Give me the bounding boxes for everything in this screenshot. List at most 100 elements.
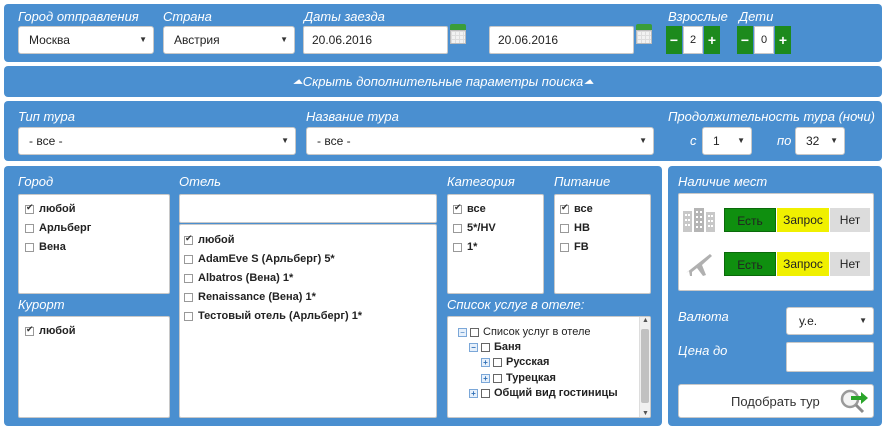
date-from-input[interactable]: 20.06.2016 <box>303 26 448 54</box>
scrollbar[interactable]: ▲ ▼ <box>639 317 650 417</box>
duration-from-select[interactable]: 1 ▼ <box>702 127 752 155</box>
adults-value[interactable]: 2 <box>683 26 703 54</box>
checkbox-icon <box>184 254 193 264</box>
tree-item[interactable]: + Общий вид гостиницы <box>469 387 618 399</box>
checkbox-icon[interactable] <box>493 357 502 367</box>
hotel-item[interactable]: любой <box>184 233 235 246</box>
checkbox-icon <box>184 292 193 302</box>
scroll-up-icon[interactable]: ▲ <box>642 317 649 324</box>
checkbox-icon <box>184 311 193 321</box>
checkbox-icon <box>560 223 569 233</box>
category-list: все 5*/HV 1* <box>447 194 544 294</box>
find-tour-button[interactable]: Подобрать тур <box>678 384 874 418</box>
tour-type-label: Тип тура <box>18 109 76 124</box>
expand-icon[interactable]: + <box>481 373 490 383</box>
price-input[interactable] <box>786 342 874 372</box>
departure-city-label: Город отправления <box>18 9 139 24</box>
hotel-availability-request-button[interactable]: Запрос <box>777 208 829 232</box>
flight-availability-request-button[interactable]: Запрос <box>777 252 829 276</box>
hotel-availability-no-button[interactable]: Нет <box>830 208 870 232</box>
checkbox-icon[interactable] <box>470 327 479 337</box>
children-minus-button[interactable]: − <box>737 26 753 54</box>
currency-value: у.е. <box>799 314 818 328</box>
filters-panel: Город любой Арльберг Вена Курорт любой О… <box>4 166 662 426</box>
meals-item[interactable]: все <box>560 202 593 215</box>
checkbox-icon[interactable] <box>481 388 490 398</box>
hotel-item[interactable]: Albatros (Вена) 1* <box>184 272 293 284</box>
chevron-down-icon: ▼ <box>639 136 647 145</box>
chevron-down-icon: ▼ <box>737 136 745 145</box>
country-select[interactable]: Австрия ▼ <box>163 26 295 54</box>
top-search-panel: Город отправления Москва ▼ Страна Австри… <box>4 4 882 62</box>
children-plus-button[interactable]: + <box>775 26 791 54</box>
chevron-down-icon: ▼ <box>859 316 867 325</box>
currency-label: Валюта <box>678 309 729 324</box>
toggle-advanced-bar[interactable]: ⏶Скрыть дополнительные параметры поиска⏶ <box>4 66 882 97</box>
hotel-list: любой AdamEve S (Арльберг) 5* Albatros (… <box>179 224 437 418</box>
hotel-icon <box>683 208 715 232</box>
adults-minus-button[interactable]: − <box>666 26 682 54</box>
resort-list: любой <box>18 316 170 418</box>
category-item[interactable]: 5*/HV <box>453 222 496 234</box>
checkbox-checked-icon <box>184 233 193 245</box>
expand-icon[interactable]: + <box>481 357 490 367</box>
expand-icon[interactable]: + <box>469 388 478 398</box>
resort-item[interactable]: любой <box>25 324 76 337</box>
country-label: Страна <box>163 9 212 24</box>
resort-label: Курорт <box>18 297 65 312</box>
availability-label: Наличие мест <box>678 174 768 189</box>
city-list: любой Арльберг Вена <box>18 194 170 294</box>
checkbox-icon[interactable] <box>481 342 490 352</box>
chevron-down-icon: ▼ <box>280 35 288 44</box>
calendar-icon[interactable] <box>450 24 466 44</box>
hotel-item[interactable]: Тестовый отель (Арльберг) 1* <box>184 310 362 322</box>
checkbox-icon <box>560 242 569 252</box>
search-arrow-icon <box>840 389 868 414</box>
checkbox-icon[interactable] <box>493 373 502 383</box>
tree-item[interactable]: − Баня <box>469 341 521 353</box>
hotel-search-input[interactable] <box>179 194 437 223</box>
tour-name-value: - все - <box>317 134 351 148</box>
category-item[interactable]: 1* <box>453 241 477 253</box>
duration-to-value: 32 <box>806 134 820 148</box>
checkbox-icon <box>453 242 462 252</box>
city-item[interactable]: Арльберг <box>25 222 91 234</box>
availability-panel: Наличие мест Есть Запрос Нет Есть Запрос… <box>668 166 882 426</box>
city-item[interactable]: любой <box>25 202 76 215</box>
meals-list: все HB FB <box>554 194 651 294</box>
tree-item[interactable]: + Русская <box>481 356 549 368</box>
currency-select[interactable]: у.е. ▼ <box>786 307 874 335</box>
hotel-availability-yes-button[interactable]: Есть <box>724 208 776 232</box>
departure-city-select[interactable]: Москва ▼ <box>18 26 154 54</box>
category-item[interactable]: все <box>453 202 486 215</box>
date-to-input[interactable]: 20.06.2016 <box>489 26 634 54</box>
toggle-advanced-label: Скрыть дополнительные параметры поиска <box>302 74 584 89</box>
checkbox-checked-icon <box>453 202 462 214</box>
flight-availability-yes-button[interactable]: Есть <box>724 252 776 276</box>
flight-availability-no-button[interactable]: Нет <box>830 252 870 276</box>
adults-plus-button[interactable]: + <box>704 26 720 54</box>
tree-item[interactable]: − Список услуг в отеле <box>458 326 591 338</box>
tour-name-select[interactable]: - все - ▼ <box>306 127 654 155</box>
chevron-up-icon: ⏶ <box>292 74 303 89</box>
tour-type-select[interactable]: - все - ▼ <box>18 127 296 155</box>
scrollbar-thumb[interactable] <box>641 329 649 403</box>
children-value[interactable]: 0 <box>754 26 774 54</box>
hotel-item[interactable]: Renaissance (Вена) 1* <box>184 291 316 303</box>
adults-stepper: − 2 + <box>666 26 722 54</box>
dates-label: Даты заезда <box>304 9 385 24</box>
tour-params-panel: Тип тура - все - ▼ Название тура - все -… <box>4 101 882 161</box>
meals-item[interactable]: FB <box>560 241 589 253</box>
checkbox-checked-icon <box>25 324 34 336</box>
hotel-item[interactable]: AdamEve S (Арльберг) 5* <box>184 253 335 265</box>
scroll-down-icon[interactable]: ▼ <box>642 410 649 417</box>
city-item[interactable]: Вена <box>25 241 66 253</box>
meals-item[interactable]: HB <box>560 222 590 234</box>
calendar-icon[interactable] <box>636 24 652 44</box>
duration-to-select[interactable]: 32 ▼ <box>795 127 845 155</box>
collapse-icon[interactable]: − <box>458 327 467 337</box>
availability-box: Есть Запрос Нет Есть Запрос Нет <box>678 193 874 291</box>
collapse-icon[interactable]: − <box>469 342 478 352</box>
tree-item[interactable]: + Турецкая <box>481 372 556 384</box>
checkbox-icon <box>25 223 34 233</box>
